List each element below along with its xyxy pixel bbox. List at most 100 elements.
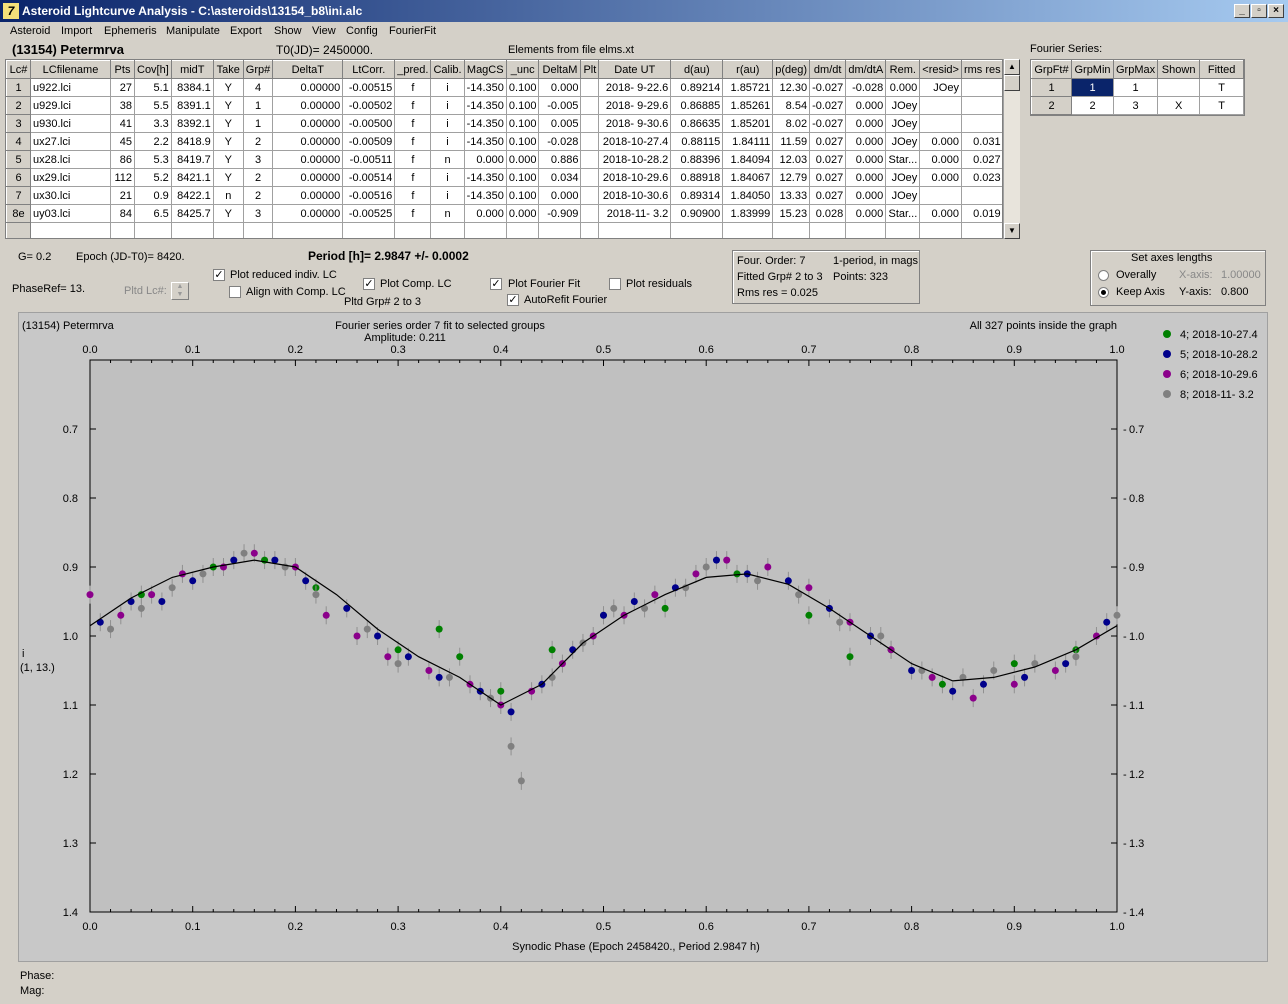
data-point: [908, 667, 916, 674]
data-point: [199, 570, 207, 578]
y-tick-label-right-value: 1.2: [1129, 769, 1144, 781]
x-tick-label-top: 1.0: [1109, 344, 1124, 356]
x-tick-label-top: 0.6: [699, 344, 714, 356]
data-point: [250, 549, 258, 557]
data-point: [1010, 680, 1018, 688]
x-tick-label: 0.5: [596, 921, 611, 933]
data-point: [754, 577, 762, 585]
plot-top-left-label: (13154) Petermrva: [22, 320, 115, 332]
x-tick-label-top: 0.0: [82, 344, 97, 356]
y-tick-label: 1.0: [63, 631, 78, 643]
data-point: [938, 680, 946, 688]
data-point: [805, 611, 813, 619]
data-point: [600, 611, 607, 619]
y-tick-label: 1.3: [63, 838, 78, 850]
data-point: [384, 653, 392, 661]
legend-label: 6; 2018-10-29.6: [1180, 369, 1258, 381]
data-point: [148, 591, 156, 599]
data-point: [435, 673, 443, 681]
y-tick-label: 0.7: [63, 424, 78, 436]
data-point: [949, 687, 957, 695]
data-point: [928, 673, 936, 681]
data-point: [692, 570, 700, 578]
legend-marker: [1163, 370, 1171, 378]
x-tick-label: 0.6: [699, 921, 714, 933]
x-tick-label: 0.4: [493, 921, 508, 933]
y-tick-label-right-value: 1.1: [1129, 700, 1144, 712]
data-point: [158, 598, 166, 605]
data-point: [363, 625, 371, 633]
plot-title: Fourier series order 7 fit to selected g…: [335, 320, 545, 332]
x-tick-label: 0.1: [185, 921, 200, 933]
data-point: [712, 556, 720, 564]
x-tick-label-top: 0.2: [288, 344, 303, 356]
x-tick-label: 1.0: [1109, 921, 1124, 933]
plot-ylabel: i: [22, 648, 24, 660]
x-tick-label-top: 0.5: [596, 344, 611, 356]
x-tick-label-top: 0.3: [390, 344, 405, 356]
data-point: [1010, 660, 1018, 668]
data-point: [702, 563, 710, 571]
y-tick-label-right-value: 0.9: [1129, 562, 1144, 574]
y-tick-label: 0.8: [63, 493, 78, 505]
data-point: [1062, 660, 1070, 668]
y-tick-label-right: -: [1123, 769, 1127, 781]
data-point: [990, 667, 998, 674]
data-point: [86, 591, 94, 599]
data-point: [569, 646, 577, 654]
data-point: [137, 604, 145, 612]
data-point: [445, 673, 453, 681]
data-point: [661, 604, 669, 612]
data-point: [1072, 653, 1080, 661]
data-point: [302, 577, 310, 585]
y-tick-label-right-value: 0.7: [1129, 424, 1144, 436]
data-point: [507, 708, 515, 716]
data-point: [630, 598, 638, 605]
data-point: [507, 742, 515, 750]
y-tick-label-right: -: [1123, 907, 1127, 919]
data-point: [548, 646, 556, 654]
data-point: [610, 604, 618, 612]
x-tick-label: 0.0: [82, 921, 97, 933]
data-point: [1051, 667, 1059, 674]
data-point: [836, 618, 844, 626]
data-point: [1113, 611, 1121, 619]
x-tick-label: 0.9: [1007, 921, 1022, 933]
x-tick-label: 0.3: [390, 921, 405, 933]
data-point: [733, 570, 741, 578]
y-tick-label-right: -: [1123, 700, 1127, 712]
plot-ylabel2: (1, 13.): [20, 662, 55, 674]
y-tick-label-right: -: [1123, 424, 1127, 436]
data-point: [353, 632, 361, 640]
data-point: [548, 673, 556, 681]
data-point: [189, 577, 197, 585]
x-tick-label-top: 0.8: [904, 344, 919, 356]
data-point: [764, 563, 772, 571]
data-point: [723, 556, 731, 564]
data-point: [651, 591, 659, 599]
plot-area: [89, 359, 1118, 913]
y-tick-label-right-value: 1.3: [1129, 838, 1144, 850]
data-point: [517, 777, 525, 785]
data-point: [425, 667, 433, 674]
data-point: [394, 660, 402, 668]
x-tick-label: 0.2: [288, 921, 303, 933]
y-tick-label-right-value: 1.4: [1129, 907, 1144, 919]
x-tick-label-top: 0.4: [493, 344, 508, 356]
y-tick-label-right-value: 0.8: [1129, 493, 1144, 505]
legend-label: 5; 2018-10-28.2: [1180, 349, 1258, 361]
data-point: [1103, 618, 1111, 626]
data-point: [168, 584, 176, 592]
y-tick-label-right: -: [1123, 838, 1127, 850]
lightcurve-plot: (13154) Petermrva Fourier series order 7…: [20, 320, 1258, 953]
x-tick-label-top: 0.1: [185, 344, 200, 356]
phase-readout: Phase:: [20, 970, 55, 982]
y-tick-label: 1.4: [63, 907, 78, 919]
x-tick-label: 0.7: [801, 921, 816, 933]
data-point: [312, 591, 320, 599]
data-point: [979, 680, 987, 688]
data-point: [107, 625, 115, 633]
data-point: [1021, 673, 1029, 681]
data-point: [969, 694, 977, 702]
y-tick-label-right: -: [1123, 631, 1127, 643]
